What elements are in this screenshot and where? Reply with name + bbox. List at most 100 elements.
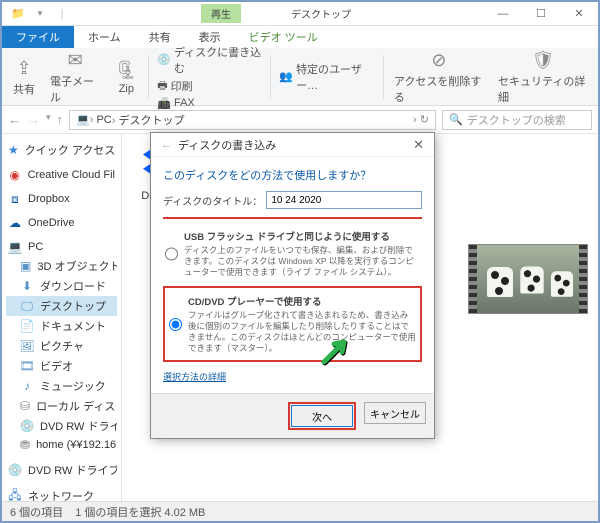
sidebar-local-disk[interactable]: ⛁ローカル ディスク (: [6, 396, 117, 416]
option-usb-title: USB フラッシュ ドライブと同じように使用する: [184, 232, 390, 243]
sidebar-pictures[interactable]: 🖼ピクチャ: [6, 336, 117, 356]
separator: [383, 55, 384, 99]
address-bar[interactable]: 💻 PC デスクトップ ↻: [69, 110, 436, 130]
zip-icon: 🗜: [114, 59, 138, 83]
ribbon-remove-access[interactable]: ⊘アクセスを削除する: [388, 49, 490, 105]
address-bar-row: ← → ▾ ↑ 💻 PC デスクトップ ↻ 🔍 デスクトップの検索: [2, 106, 598, 134]
network-icon: 🖧: [8, 489, 22, 501]
ribbon-print[interactable]: 🖶印刷: [157, 77, 262, 96]
search-icon: 🔍: [449, 113, 463, 126]
crumb-pc[interactable]: PC: [90, 114, 112, 126]
sidebar-creative-cloud[interactable]: ◉Creative Cloud Fil: [6, 166, 117, 184]
cube-icon: ▣: [20, 259, 31, 273]
forward-button[interactable]: →: [27, 112, 40, 127]
sidebar-documents[interactable]: 📄ドキュメント: [6, 316, 117, 336]
status-item-count: 6 個の項目: [10, 504, 63, 520]
cancel-button[interactable]: キャンセル: [364, 402, 426, 424]
window-titlebar: 📁 ▾ | 再生 デスクトップ — ☐ ✕: [2, 2, 598, 26]
dialog-close-button[interactable]: ✕: [413, 137, 424, 153]
onedrive-icon: ☁: [8, 216, 22, 230]
sidebar-home-network[interactable]: ⛃home (¥¥192.16: [6, 436, 117, 454]
sidebar-quick-access[interactable]: ★クイック アクセス: [6, 140, 117, 160]
ribbon-users[interactable]: 👥特定のユーザー…: [279, 61, 375, 93]
burn-disc-dialog: ← ディスクの書き込み ✕ このディスクをどの方法で使用しますか？ ディスクのタ…: [150, 132, 435, 439]
option-cddvd[interactable]: CD/DVD プレーヤーで使用する ファイルはグループ化されて書き込まれるため、…: [167, 292, 418, 356]
highlight-title-row: ディスクのタイトル：: [163, 191, 422, 219]
maximize-button[interactable]: ☐: [522, 2, 560, 26]
desktop-icon: 🖵: [20, 299, 34, 313]
status-selected: 1 個の項目を選択 4.02 MB: [75, 504, 205, 520]
sidebar-network[interactable]: 🖧ネットワーク: [6, 486, 117, 501]
ribbon-zip[interactable]: 🗜Zip: [108, 59, 144, 95]
highlight-next-button: 次へ: [288, 402, 356, 430]
ribbon-mail[interactable]: ✉電子メール: [44, 49, 106, 105]
ribbon: ⇪共有 ✉電子メール 🗜Zip 💿ディスクに書き込む 🖶印刷 📠FAX 👥特定の…: [2, 48, 598, 106]
disc-title-input[interactable]: [266, 191, 422, 209]
sidebar-dvd-rw-1[interactable]: 💿DVD RW ドライ: [6, 416, 117, 436]
drive-icon: ⛁: [20, 399, 30, 413]
disc-title-row: ディスクのタイトル：: [163, 191, 422, 209]
link-details[interactable]: 選択方法の詳細: [163, 370, 226, 383]
refresh-icon[interactable]: ↻: [413, 113, 429, 126]
disc-title-label: ディスクのタイトル：: [163, 193, 262, 208]
option-usb[interactable]: USB フラッシュ ドライブと同じように使用する ディスク上のファイルをいつでも…: [163, 223, 422, 284]
back-button[interactable]: ←: [8, 112, 21, 127]
sidebar-3d-objects[interactable]: ▣3D オブジェクト: [6, 256, 117, 276]
sidebar-dvd-rw-2[interactable]: 💿DVD RW ドライブ (: [6, 460, 117, 480]
highlight-option-cddvd: CD/DVD プレーヤーで使用する ファイルはグループ化されて書き込まれるため、…: [163, 286, 422, 362]
dialog-titlebar: ← ディスクの書き込み ✕: [151, 133, 434, 157]
sidebar-desktop[interactable]: 🖵デスクトップ: [6, 296, 117, 316]
dialog-title: ディスクの書き込み: [178, 137, 276, 153]
tab-home[interactable]: ホーム: [74, 26, 135, 48]
users-icon: 👥: [279, 70, 293, 83]
option-usb-desc: ディスク上のファイルをいつでも保存、編集、および削除できます。このディスクは W…: [184, 245, 420, 278]
crumb-desktop[interactable]: デスクトップ: [112, 112, 185, 128]
separator: [148, 55, 149, 99]
lock-icon: ⊘: [427, 49, 451, 73]
ribbon-burn[interactable]: 💿ディスクに書き込む: [157, 44, 262, 76]
ribbon-mini-group: 💿ディスクに書き込む 🖶印刷 📠FAX: [153, 44, 266, 110]
search-box[interactable]: 🔍 デスクトップの検索: [442, 110, 592, 130]
video-icon: 🎞: [20, 359, 34, 373]
sidebar-videos[interactable]: 🎞ビデオ: [6, 356, 117, 376]
window-title: デスクトップ: [281, 4, 361, 23]
netdrive-icon: ⛃: [20, 438, 30, 452]
star-icon: ★: [8, 143, 19, 157]
video-thumbnail: [468, 244, 588, 314]
ribbon-share[interactable]: ⇪共有: [6, 57, 42, 97]
folder-icon: 📁: [10, 6, 26, 22]
divider: |: [54, 6, 70, 22]
context-tab-play[interactable]: 再生: [201, 4, 241, 23]
cloud-icon: ◉: [8, 168, 22, 182]
sidebar-downloads[interactable]: ⬇ダウンロード: [6, 276, 117, 296]
back-arrow-icon[interactable]: ←: [161, 139, 172, 151]
minimize-button[interactable]: —: [484, 2, 522, 26]
disc-icon: 💿: [157, 53, 171, 66]
sidebar-onedrive[interactable]: ☁OneDrive: [6, 214, 117, 232]
fax-icon: 📠: [157, 97, 171, 110]
next-button[interactable]: 次へ: [291, 405, 353, 427]
sidebar-pc[interactable]: 💻PC: [6, 238, 117, 256]
radio-cddvd[interactable]: [169, 295, 182, 354]
option-cddvd-title: CD/DVD プレーヤーで使用する: [188, 297, 322, 308]
ribbon-fax[interactable]: 📠FAX: [157, 97, 262, 110]
navigation-pane: ★クイック アクセス ◉Creative Cloud Fil ⧈Dropbox …: [2, 134, 122, 501]
separator: [270, 55, 271, 99]
dropdown-icon[interactable]: ▾: [32, 6, 48, 22]
close-button[interactable]: ✕: [560, 2, 598, 26]
up-button[interactable]: ↑: [57, 112, 64, 127]
radio-usb[interactable]: [165, 230, 178, 278]
titlebar-center: 再生 デスクトップ: [78, 4, 484, 23]
option-cddvd-desc: ファイルはグループ化されて書き込まれるため、書き込み後に個別のファイルを編集した…: [188, 310, 416, 354]
file-item-video[interactable]: [468, 244, 588, 314]
tab-file[interactable]: ファイル: [2, 26, 74, 48]
disc-icon: 💿: [20, 419, 34, 433]
mail-icon: ✉: [63, 49, 87, 73]
recent-dropdown[interactable]: ▾: [46, 112, 51, 127]
sidebar-dropbox[interactable]: ⧈Dropbox: [6, 190, 117, 208]
dialog-body: このディスクをどの方法で使用しますか？ ディスクのタイトル： USB フラッシュ…: [151, 157, 434, 393]
sidebar-music[interactable]: ♪ミュージック: [6, 376, 117, 396]
document-icon: 📄: [20, 319, 34, 333]
download-icon: ⬇: [20, 279, 34, 293]
ribbon-security[interactable]: 🛡セキュリティの詳細: [492, 49, 594, 105]
